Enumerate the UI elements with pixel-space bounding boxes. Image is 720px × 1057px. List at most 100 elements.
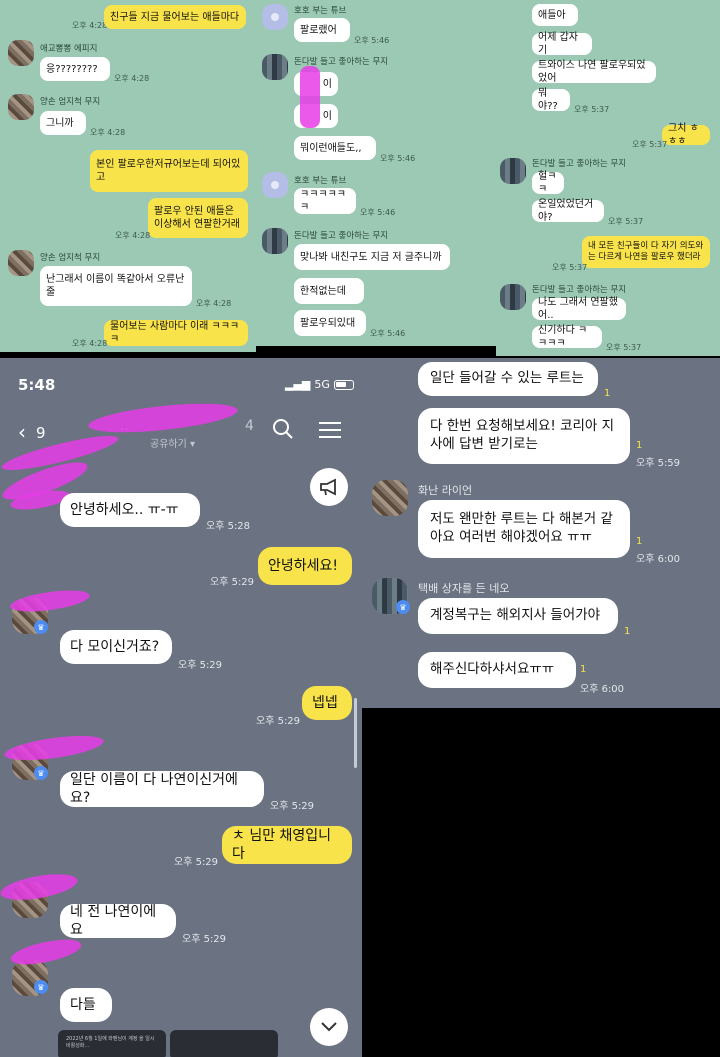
message-bubble-in[interactable]: 신기하다 ㅋㅋㅋㅋ — [532, 325, 602, 349]
message-time: 오후 5:46 — [354, 36, 390, 45]
member-count: 4 — [245, 418, 254, 434]
avatar[interactable] — [262, 54, 288, 80]
unread-count: 1 — [604, 388, 611, 399]
message-bubble-out[interactable]: 내 모든 친구들이 다 자기 의도와는 다르게 나연을 팔로우 했더라 — [582, 236, 710, 268]
message-bubble-in[interactable]: ㅋㅋㅋㅋㅋㅋ — [294, 188, 356, 214]
message-bubble-in[interactable]: 팔로우되있대 — [294, 310, 366, 336]
message-bubble-in[interactable]: 일단 이름이 다 나연이신거에요? — [60, 771, 264, 807]
crown-icon: ♛ — [396, 600, 410, 614]
message-time: 오후 5:46 — [380, 154, 416, 163]
avatar[interactable] — [262, 172, 288, 198]
avatar[interactable] — [500, 284, 526, 310]
crown-icon: ♛ — [34, 620, 48, 634]
message-bubble-out[interactable]: 팔로우 안된 애들은 이상해서 연팔한거래 — [148, 198, 248, 238]
sender-name: 화난 라이언 — [418, 484, 473, 497]
crown-icon: ♛ — [34, 766, 48, 780]
redaction-scribble — [3, 731, 105, 765]
message-bubble-out[interactable]: 넵넵 — [302, 686, 352, 720]
chevron-down-icon[interactable] — [310, 1008, 348, 1046]
avatar[interactable] — [372, 480, 408, 516]
avatar[interactable] — [262, 4, 288, 30]
divider-strip — [256, 346, 496, 358]
redaction-scribble — [8, 934, 84, 970]
message-time: 오후 5:28 — [206, 521, 251, 532]
sender-name: 양손 엄지척 무지 — [40, 253, 101, 263]
message-bubble-in[interactable]: 해주신다하샤서요ㅠㅠ — [418, 652, 576, 688]
network-label: 5G — [314, 378, 330, 391]
unread-count: 1 — [636, 440, 643, 451]
message-bubble-in[interactable]: 다들 — [60, 988, 112, 1022]
signal-icon: ▂▄▆ — [285, 378, 311, 391]
message-time: 오후 5:29 — [256, 716, 301, 727]
message-bubble-in[interactable]: 저도 왠만한 루트는 다 해본거 같아요 여러번 해야겠어요 ㅠㅠ — [418, 500, 630, 558]
message-time: 오후 4:28 — [115, 231, 151, 240]
message-time: 오후 4:28 — [72, 339, 108, 348]
message-bubble-in[interactable]: 응???????? — [40, 57, 110, 81]
message-bubble-out[interactable]: 물어보는 사람마다 이래 ㅋㅋㅋㅋ — [104, 320, 248, 346]
message-bubble-in[interactable]: 헐ㅋㅋ — [532, 171, 564, 195]
message-time: 오후 5:37 — [574, 105, 610, 114]
message-time: 오후 6:00 — [580, 684, 625, 695]
message-bubble-in[interactable]: 맞나봐 내친구도 지금 저 글주니까 — [294, 244, 450, 270]
sender-name: 돈다발 들고 좋아하는 무지 — [294, 231, 389, 241]
message-bubble-in[interactable]: 애들아 — [532, 4, 578, 26]
megaphone-icon[interactable] — [310, 468, 348, 506]
sender-name: 양손 엄지척 무지 — [40, 97, 101, 107]
message-bubble-in[interactable]: 난그래서 이름이 똑같아서 오류난줄 — [40, 266, 192, 306]
chat-panel-right: 일단 들어갈 수 있는 루트는 1 다 한번 요청해보세요! 코리아 지사에 답… — [362, 358, 720, 708]
message-bubble-in[interactable]: 다 한번 요청해보세요! 코리아 지사에 답변 받기로는 — [418, 408, 630, 464]
unread-count: 1 — [624, 626, 631, 637]
chat-panel-1: 오후 4:28 친구들 지금 물어보는 애들마다 애교뽕뽕 에피지 응?????… — [0, 0, 256, 352]
message-bubble-in[interactable]: 트와이스 나연 팔로우되었었어 — [532, 60, 656, 84]
message-bubble-in[interactable]: 다 모이신거죠? — [60, 630, 172, 664]
avatar[interactable] — [8, 94, 34, 120]
message-bubble-out[interactable]: 본인 팔로우한저규어보는데 되어있고 — [90, 150, 248, 192]
message-bubble-in[interactable]: 팔로랬어 — [294, 18, 350, 42]
redaction-scribble — [9, 586, 91, 616]
message-time: 오후 5:37 — [608, 217, 644, 226]
message-bubble-out[interactable]: 친구들 지금 물어보는 애들마다 — [104, 5, 246, 29]
message-bubble-in[interactable]: 뭐이런애들도,, — [294, 136, 376, 160]
unread-count: 1 — [580, 664, 587, 675]
message-bubble-in[interactable]: 안녕하세오.. ㅠ-ㅠ — [60, 493, 200, 527]
message-bubble-in[interactable]: 나도 그래서 연팔했어.. — [532, 297, 626, 321]
message-bubble-out[interactable]: 그치 ㅎㅎㅎ — [662, 123, 710, 147]
avatar[interactable] — [8, 250, 34, 276]
message-time: 오후 6:00 — [636, 554, 681, 565]
menu-icon[interactable] — [318, 420, 342, 446]
message-bubble-in[interactable]: 어제 갑자기 — [532, 32, 592, 56]
message-time: 오후 4:28 — [196, 299, 232, 308]
avatar[interactable] — [500, 158, 526, 184]
message-bubble-in[interactable]: 그니까 — [40, 111, 86, 135]
thumbnail-text: 2022년 6월 1일에 와펜님이 계정 을 일시 비활성화… — [66, 1036, 155, 1049]
sender-name: 애교뽕뽕 에피지 — [40, 44, 98, 54]
unread-count: 1 — [636, 536, 643, 547]
message-bubble-in[interactable]: 일단 들어갈 수 있는 루트는 — [418, 362, 598, 396]
avatar[interactable] — [8, 40, 34, 66]
main-chat-screen: 5:48 ▂▄▆ 5G ‹ 9 .. 4 공유하기 ▾ 안녕하세오.. ㅠ-ㅠ … — [0, 358, 362, 1057]
message-bubble-in[interactable]: 뭐야?? — [532, 88, 570, 112]
scrollbar[interactable] — [354, 698, 357, 768]
redaction-scribble — [300, 66, 320, 128]
message-time: 오후 5:29 — [182, 934, 227, 945]
chat-subtitle[interactable]: 공유하기 ▾ — [150, 435, 195, 450]
search-icon[interactable] — [272, 418, 294, 446]
message-time: 오후 5:29 — [270, 801, 315, 812]
chat-panel-2: 호호 부는 튜브 팔로랬어 오후 5:46 돈다발 들고 좋아하는 무지 이 이… — [256, 0, 496, 346]
message-time: 오후 5:46 — [360, 208, 396, 217]
avatar[interactable] — [262, 228, 288, 254]
battery-icon — [333, 379, 354, 390]
message-bubble-in[interactable]: 계정복구는 해외지사 들어가야 — [418, 598, 618, 634]
message-bubble-out[interactable]: 안녕하세요! — [258, 547, 352, 585]
message-bubble-out[interactable]: ㅊ 님만 채영입니다 — [222, 826, 352, 864]
message-bubble-in[interactable]: 네 전 나연이에요 — [60, 904, 176, 938]
status-bar-right: ▂▄▆ 5G — [285, 378, 354, 391]
back-chevron-icon[interactable]: ‹ — [18, 420, 26, 444]
message-bubble-in[interactable]: 한적없는데 — [294, 278, 364, 304]
message-time: 오후 5:37 — [606, 343, 642, 352]
image-thumbnail[interactable] — [170, 1030, 278, 1057]
chat-panel-3: 애들아 어제 갑자기 트와이스 나연 팔로우되었었어 뭐야?? 오후 5:37 … — [496, 0, 720, 272]
message-bubble-in[interactable]: 온일었었던거야? — [532, 199, 604, 223]
unread-count[interactable]: 9 — [36, 424, 46, 442]
image-thumbnail[interactable]: 2022년 6월 1일에 와펜님이 계정 을 일시 비활성화… — [58, 1030, 166, 1057]
